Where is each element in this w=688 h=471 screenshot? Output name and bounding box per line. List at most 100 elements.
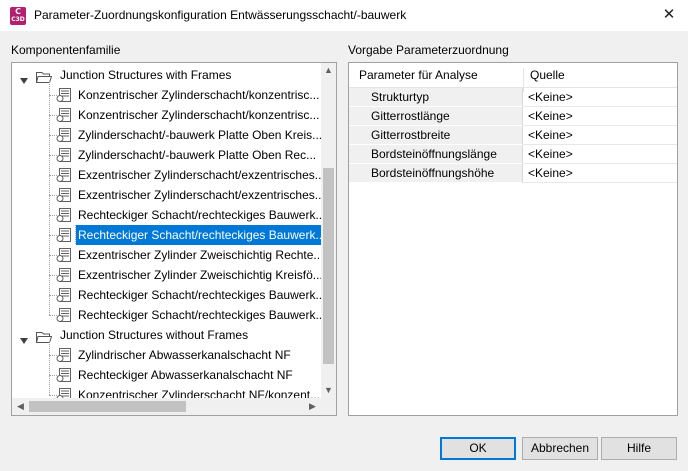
tree-item[interactable]: Rechteckiger Abwasserkanalschacht NF <box>12 365 321 385</box>
part-family-icon <box>56 167 72 183</box>
tree-item[interactable]: Konzentrischer Zylinderschacht/konzentri… <box>12 85 321 105</box>
part-family-icon <box>56 267 72 283</box>
parameter-cell: Strukturtyp <box>349 88 523 107</box>
grid-row[interactable]: Gitterrostlänge <Keine> <box>349 107 677 126</box>
tree-item[interactable]: Exzentrischer Zylinderschacht/exzentrisc… <box>12 185 321 205</box>
scrollbar-corner <box>321 398 336 415</box>
source-value: <Keine> <box>528 166 573 180</box>
tree-item[interactable]: Exzentrischer Zylinder Zweischichtig Kre… <box>12 265 321 285</box>
grid-row[interactable]: Bordsteinöffnungshöhe <Keine> <box>349 164 677 183</box>
scroll-left-arrow-icon[interactable]: ◀ <box>13 399 28 414</box>
grid-row[interactable]: Bordsteinöffnungslänge <Keine> <box>349 145 677 164</box>
part-family-icon <box>56 127 72 143</box>
part-family-icon <box>56 287 72 303</box>
part-family-icon <box>56 187 72 203</box>
tree-item-label: Zylinderschacht/-bauwerk Platte Oben Rec… <box>78 148 317 162</box>
tree-group[interactable]: Junction Structures with Frames <box>12 65 321 85</box>
part-family-icon <box>56 347 72 363</box>
part-family-icon <box>56 307 72 323</box>
tree-item[interactable]: Exzentrischer Zylinder Zweischichtig Rec… <box>12 245 321 265</box>
source-cell[interactable]: <Keine> <box>523 126 677 145</box>
column-header-parameter[interactable]: Parameter für Analyse <box>359 68 478 82</box>
tree-item-label: Zylinderschacht/-bauwerk Platte Oben Kre… <box>78 128 321 142</box>
source-cell[interactable]: <Keine> <box>523 88 677 107</box>
part-family-icon <box>56 147 72 163</box>
tree-item[interactable]: Rechteckiger Schacht/rechteckiges Bauwer… <box>12 225 321 245</box>
app-icon-sub: C3D <box>11 16 25 23</box>
part-family-icon <box>56 247 72 263</box>
app-icon-letter: C <box>15 7 21 16</box>
vertical-scroll-thumb[interactable] <box>323 168 334 364</box>
tree-item-label: Rechteckiger Abwasserkanalschacht NF <box>78 368 293 382</box>
source-cell[interactable]: <Keine> <box>523 164 677 183</box>
scroll-up-arrow-icon[interactable]: ▲ <box>321 63 336 78</box>
scroll-right-arrow-icon[interactable]: ▶ <box>305 399 320 414</box>
grid-row[interactable]: Strukturtyp <Keine> <box>349 88 677 107</box>
tree-item-label: Zylindrischer Abwasserkanalschacht NF <box>78 348 291 362</box>
tree-item-label: Rechteckiger Schacht/rechteckiges Bauwer… <box>78 208 321 222</box>
parameter-cell: Bordsteinöffnungslänge <box>349 145 523 164</box>
tree-group-label: Junction Structures without Frames <box>60 328 249 342</box>
tree-item[interactable]: Exzentrischer Zylinderschacht/exzentrisc… <box>12 165 321 185</box>
tree-item-label: Exzentrischer Zylinderschacht/exzentrisc… <box>78 168 321 182</box>
tree-horizontal-scrollbar[interactable]: ◀ ▶ <box>12 398 321 415</box>
collapse-icon[interactable] <box>20 331 28 344</box>
tree-item-label: Exzentrischer Zylinderschacht/exzentrisc… <box>78 188 321 202</box>
tree-item-label: Konzentrischer Zylinderschacht/konzentri… <box>78 108 320 122</box>
parameter-name: Strukturtyp <box>371 90 430 104</box>
tree-group[interactable]: Junction Structures without Frames <box>12 325 321 345</box>
part-family-icon <box>56 227 72 243</box>
tree-item[interactable]: Rechteckiger Schacht/rechteckiges Bauwer… <box>12 205 321 225</box>
ok-button[interactable]: OK <box>440 437 516 460</box>
parameter-cell: Gitterrostlänge <box>349 107 523 126</box>
parameter-name: Gitterrostbreite <box>371 128 451 142</box>
source-value: <Keine> <box>528 90 573 104</box>
tree-vertical-connector <box>49 341 50 395</box>
collapse-icon[interactable] <box>20 71 28 84</box>
civil3d-app-icon: C C3D <box>10 7 26 25</box>
part-family-icon <box>56 107 72 123</box>
source-cell[interactable]: <Keine> <box>523 145 677 164</box>
component-family-tree[interactable]: Junction Structures with Frames Konzentri… <box>11 62 337 416</box>
tree-item-label: Rechteckiger Schacht/rechteckiges Bauwer… <box>78 288 321 302</box>
folder-open-icon <box>35 69 53 83</box>
scroll-down-arrow-icon[interactable]: ▼ <box>321 383 336 398</box>
tree-item[interactable]: Rechteckiger Schacht/rechteckiges Bauwer… <box>12 285 321 305</box>
tree-vertical-scrollbar[interactable]: ▲ ▼ <box>321 63 336 398</box>
cancel-button[interactable]: Abbrechen <box>522 437 598 460</box>
parameter-name: Gitterrostlänge <box>371 109 450 123</box>
tree-vertical-connector <box>49 81 50 315</box>
horizontal-scroll-thumb[interactable] <box>29 401 186 412</box>
grid-row[interactable]: Gitterrostbreite <Keine> <box>349 126 677 145</box>
tree-item-label: Exzentrischer Zylinder Zweischichtig Rec… <box>78 248 321 262</box>
part-family-icon <box>56 367 72 383</box>
tree-item-label: Konzentrischer Zylinderschacht/konzentri… <box>78 88 320 102</box>
close-icon[interactable]: ✕ <box>660 6 678 24</box>
source-value: <Keine> <box>528 109 573 123</box>
component-family-label: Komponentenfamilie <box>11 43 121 57</box>
part-family-icon <box>56 207 72 223</box>
part-family-icon <box>56 87 72 103</box>
parameter-name: Bordsteinöffnungslänge <box>371 147 497 161</box>
column-header-source[interactable]: Quelle <box>530 68 565 82</box>
tree-item-label: Rechteckiger Schacht/rechteckiges Bauwer… <box>74 225 321 245</box>
parameter-name: Bordsteinöffnungshöhe <box>371 166 495 180</box>
tree-item[interactable]: Rechteckiger Schacht/rechteckiges Bauwer… <box>12 305 321 325</box>
tree-item[interactable]: Zylinderschacht/-bauwerk Platte Oben Rec… <box>12 145 321 165</box>
folder-open-icon <box>35 329 53 343</box>
tree-item-label: Rechteckiger Schacht/rechteckiges Bauwer… <box>78 308 321 322</box>
title-bar: C C3D Parameter-Zuordnungskonfiguration … <box>0 0 688 31</box>
help-button[interactable]: Hilfe <box>601 437 677 460</box>
tree-item[interactable]: Zylinderschacht/-bauwerk Platte Oben Kre… <box>12 125 321 145</box>
parameter-cell: Bordsteinöffnungshöhe <box>349 164 523 183</box>
tree-item[interactable]: Zylindrischer Abwasserkanalschacht NF <box>12 345 321 365</box>
window-title: Parameter-Zuordnungskonfiguration Entwäs… <box>34 8 407 22</box>
parameter-cell: Gitterrostbreite <box>349 126 523 145</box>
grid-header: Parameter für Analyse Quelle <box>349 63 677 92</box>
tree-item-label: Exzentrischer Zylinder Zweischichtig Kre… <box>78 268 321 282</box>
tree-item[interactable]: Konzentrischer Zylinderschacht/konzentri… <box>12 105 321 125</box>
source-value: <Keine> <box>528 147 573 161</box>
default-mapping-label: Vorgabe Parameterzuordnung <box>348 43 509 57</box>
parameter-mapping-grid[interactable]: Parameter für Analyse Quelle Strukturtyp… <box>348 62 678 416</box>
source-cell[interactable]: <Keine> <box>523 107 677 126</box>
